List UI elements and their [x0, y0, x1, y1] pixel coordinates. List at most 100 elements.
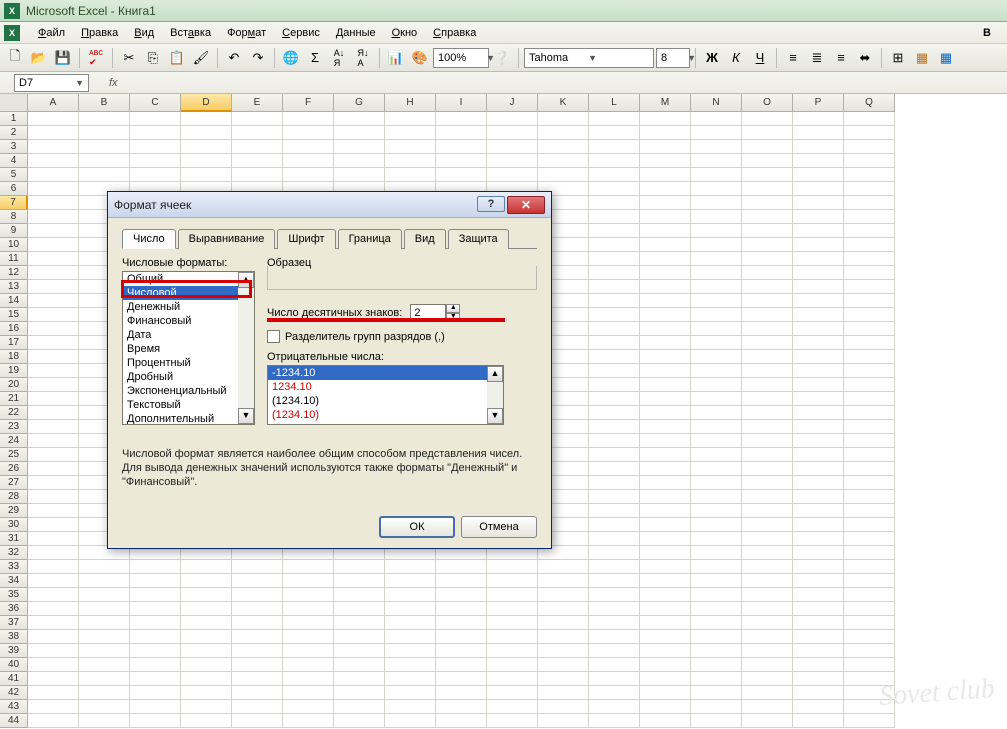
cell[interactable] — [232, 700, 283, 714]
cell[interactable] — [844, 546, 895, 560]
cell[interactable] — [436, 560, 487, 574]
cell[interactable] — [742, 266, 793, 280]
cell[interactable] — [640, 630, 691, 644]
cell[interactable] — [691, 238, 742, 252]
column-header[interactable]: E — [232, 94, 283, 112]
cell[interactable] — [436, 714, 487, 728]
cell[interactable] — [334, 686, 385, 700]
cell[interactable] — [691, 364, 742, 378]
cell[interactable] — [232, 672, 283, 686]
cell[interactable] — [181, 588, 232, 602]
row-header[interactable]: 10 — [0, 238, 28, 252]
cell[interactable] — [589, 252, 640, 266]
cell[interactable] — [181, 630, 232, 644]
cell[interactable] — [181, 714, 232, 728]
copy-icon[interactable]: ⎘ — [142, 47, 164, 69]
cell[interactable] — [283, 574, 334, 588]
cell[interactable] — [640, 336, 691, 350]
cell[interactable] — [130, 560, 181, 574]
cell[interactable] — [385, 616, 436, 630]
row-header[interactable]: 2 — [0, 126, 28, 140]
cell[interactable] — [589, 462, 640, 476]
cell[interactable] — [691, 602, 742, 616]
cell[interactable] — [640, 616, 691, 630]
cell[interactable] — [28, 350, 79, 364]
cell[interactable] — [130, 112, 181, 126]
cell[interactable] — [28, 700, 79, 714]
column-header[interactable]: F — [283, 94, 334, 112]
cell[interactable] — [640, 392, 691, 406]
category-item[interactable]: Дополнительный — [123, 412, 254, 425]
cell[interactable] — [538, 672, 589, 686]
cell[interactable] — [742, 700, 793, 714]
cell[interactable] — [844, 616, 895, 630]
cell[interactable] — [640, 672, 691, 686]
cell[interactable] — [181, 616, 232, 630]
cell[interactable] — [589, 112, 640, 126]
cell[interactable] — [742, 714, 793, 728]
cell[interactable] — [640, 140, 691, 154]
cell[interactable] — [844, 182, 895, 196]
cell[interactable] — [844, 140, 895, 154]
spellcheck-icon[interactable]: ᴀʙᴄ✔ — [85, 47, 107, 69]
cell[interactable] — [844, 714, 895, 728]
row-header[interactable]: 38 — [0, 630, 28, 644]
cell[interactable] — [487, 700, 538, 714]
cell[interactable] — [793, 140, 844, 154]
cell[interactable] — [691, 350, 742, 364]
cell[interactable] — [28, 420, 79, 434]
cell[interactable] — [793, 392, 844, 406]
cell[interactable] — [844, 224, 895, 238]
cell[interactable] — [385, 658, 436, 672]
name-box[interactable]: D7 ▼ — [14, 74, 89, 92]
underline-icon[interactable]: Ч — [749, 47, 771, 69]
column-header[interactable]: J — [487, 94, 538, 112]
cell[interactable] — [742, 434, 793, 448]
scrollbar[interactable]: ▲ ▼ — [238, 272, 254, 424]
cell[interactable] — [28, 210, 79, 224]
cell[interactable] — [385, 672, 436, 686]
cell[interactable] — [385, 126, 436, 140]
cell[interactable] — [283, 700, 334, 714]
cell[interactable] — [232, 616, 283, 630]
scroll-down-icon[interactable]: ▼ — [238, 408, 254, 424]
cell[interactable] — [793, 658, 844, 672]
cell[interactable] — [130, 126, 181, 140]
cell[interactable] — [742, 350, 793, 364]
cell[interactable] — [589, 406, 640, 420]
cell[interactable] — [487, 154, 538, 168]
tab-number[interactable]: Число — [122, 229, 176, 249]
cell[interactable] — [181, 112, 232, 126]
align-center-icon[interactable]: ≣ — [806, 47, 828, 69]
cell[interactable] — [691, 182, 742, 196]
cell[interactable] — [79, 616, 130, 630]
cell[interactable] — [28, 644, 79, 658]
cell[interactable] — [28, 196, 79, 210]
cell[interactable] — [640, 420, 691, 434]
negative-format-item[interactable]: (1234.10) — [268, 408, 503, 422]
cell[interactable] — [28, 280, 79, 294]
ok-button[interactable]: ОК — [379, 516, 455, 538]
cell[interactable] — [589, 490, 640, 504]
cell[interactable] — [793, 154, 844, 168]
cell[interactable] — [283, 616, 334, 630]
redo-icon[interactable]: ↷ — [247, 47, 269, 69]
cell[interactable] — [589, 518, 640, 532]
row-header[interactable]: 23 — [0, 420, 28, 434]
cell[interactable] — [436, 588, 487, 602]
cell[interactable] — [793, 182, 844, 196]
cell[interactable] — [742, 294, 793, 308]
cell[interactable] — [742, 154, 793, 168]
new-icon[interactable]: 🗋 — [4, 47, 26, 69]
cell[interactable] — [691, 490, 742, 504]
cell[interactable] — [28, 686, 79, 700]
cell[interactable] — [742, 378, 793, 392]
cell[interactable] — [28, 112, 79, 126]
category-item[interactable]: Текстовый — [123, 398, 254, 412]
cell[interactable] — [640, 224, 691, 238]
cell[interactable] — [385, 700, 436, 714]
cell[interactable] — [28, 602, 79, 616]
cell[interactable] — [742, 546, 793, 560]
cell[interactable] — [742, 616, 793, 630]
row-header[interactable]: 26 — [0, 462, 28, 476]
